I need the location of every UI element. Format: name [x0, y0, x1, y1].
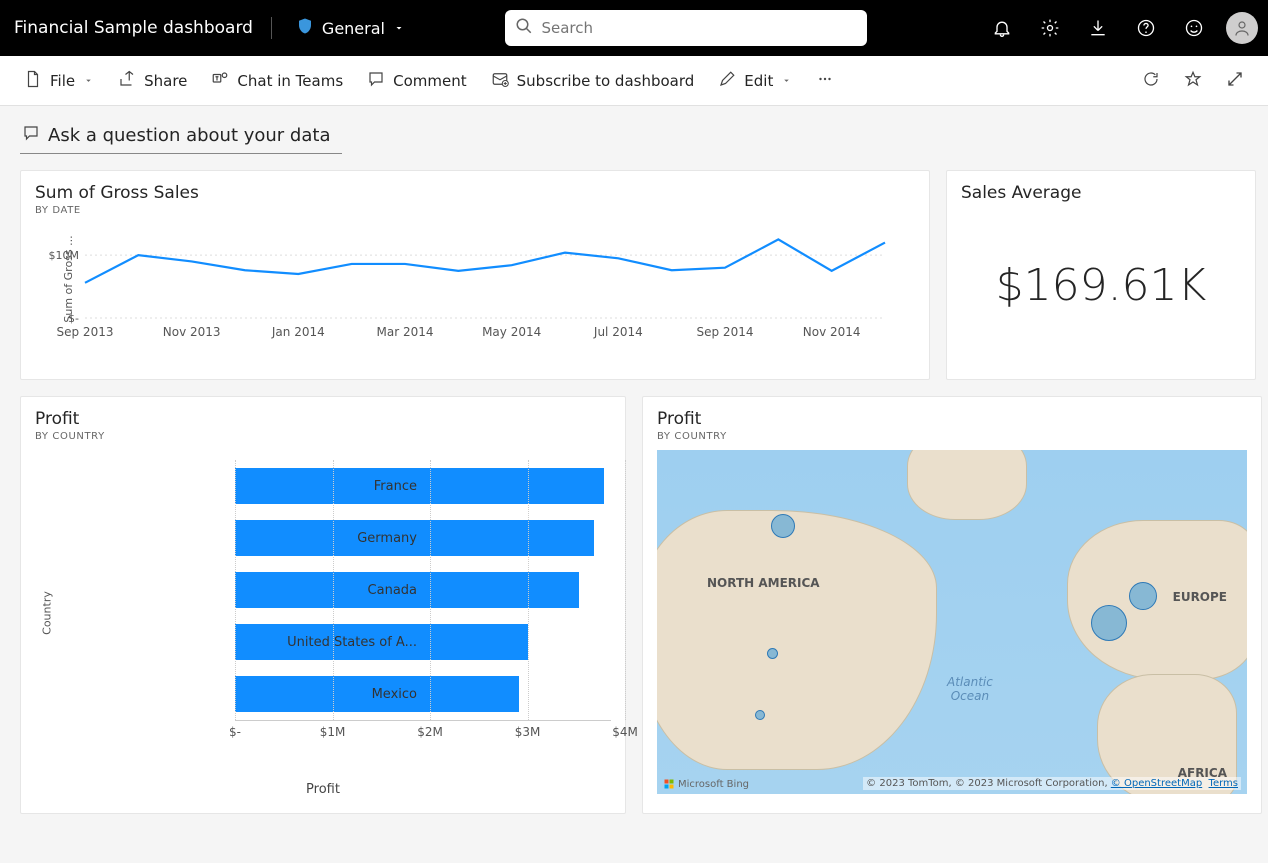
- map-provider-label: Microsoft Bing: [678, 779, 749, 790]
- edit-menu[interactable]: Edit: [708, 64, 802, 98]
- edit-icon: [718, 70, 736, 92]
- qna-box[interactable]: Ask a question about your data: [20, 122, 342, 154]
- comment-label: Comment: [393, 72, 467, 90]
- chat-teams-button[interactable]: Chat in Teams: [201, 64, 353, 98]
- tile-sales-average[interactable]: Sales Average $169.61K: [946, 170, 1256, 380]
- tile-title: Profit: [657, 409, 1247, 429]
- comment-button[interactable]: Comment: [357, 64, 477, 98]
- dashboard-name: Financial Sample dashboard: [10, 18, 253, 38]
- svg-text:Nov 2014: Nov 2014: [803, 325, 861, 339]
- svg-text:$10M: $10M: [49, 249, 80, 262]
- osm-link[interactable]: © OpenStreetMap: [1111, 778, 1202, 789]
- share-button[interactable]: Share: [108, 64, 197, 98]
- svg-text:Mar 2014: Mar 2014: [377, 325, 434, 339]
- dashboard-content: Ask a question about your data Sum of Gr…: [0, 106, 1268, 830]
- svg-text:Jan 2014: Jan 2014: [271, 325, 325, 339]
- header-actions: [962, 6, 1258, 50]
- title-area: Financial Sample dashboard General: [10, 13, 411, 43]
- map-label: NORTH AMERICA: [707, 576, 820, 590]
- landmass: [657, 510, 937, 770]
- star-icon: [1184, 70, 1202, 92]
- x-axis-label: Profit: [35, 782, 611, 797]
- map-bubble-germany[interactable]: [1129, 582, 1157, 610]
- search-icon: [515, 17, 533, 39]
- file-menu[interactable]: File: [14, 64, 104, 98]
- svg-text:May 2014: May 2014: [482, 325, 541, 339]
- subscribe-label: Subscribe to dashboard: [517, 72, 695, 90]
- map-label: EUROPE: [1173, 590, 1227, 604]
- file-icon: [24, 70, 42, 92]
- tile-subtitle: BY COUNTRY: [35, 431, 611, 442]
- search-wrap: [505, 10, 867, 46]
- map-bubble-france[interactable]: [1091, 605, 1127, 641]
- svg-text:Sep 2014: Sep 2014: [697, 325, 754, 339]
- line-chart: $10M $-Sep 2013 Nov 2013 Jan 2014 Mar 2014 Ma…: [35, 222, 915, 342]
- comment-icon: [22, 124, 40, 147]
- chat-label: Chat in Teams: [237, 72, 343, 90]
- qna-prompt: Ask a question about your data: [48, 125, 330, 146]
- sensitivity-chip[interactable]: General: [290, 13, 411, 43]
- svg-text:Nov 2013: Nov 2013: [163, 325, 221, 339]
- download-button[interactable]: [1076, 6, 1120, 50]
- map-bubble-usa[interactable]: [767, 648, 778, 659]
- refresh-button[interactable]: [1132, 64, 1170, 98]
- settings-button[interactable]: [1028, 6, 1072, 50]
- sensitivity-label: General: [322, 19, 385, 38]
- favorite-button[interactable]: [1174, 64, 1212, 98]
- search-box[interactable]: [505, 10, 867, 46]
- landmass: [907, 450, 1027, 520]
- map-visual[interactable]: NORTH AMERICA EUROPE AFRICA Atlantic Oce…: [657, 450, 1247, 794]
- chevron-down-icon: [83, 72, 94, 90]
- svg-text:$-: $-: [68, 312, 79, 325]
- svg-text:Sep 2013: Sep 2013: [57, 325, 114, 339]
- tile-title: Sum of Gross Sales: [35, 183, 915, 203]
- tile-subtitle: BY DATE: [35, 205, 915, 216]
- subscribe-button[interactable]: Subscribe to dashboard: [481, 64, 705, 98]
- map-provider: Microsoft Bing: [663, 778, 749, 790]
- bar-row: Germany: [235, 512, 611, 564]
- svg-text:Jul 2014: Jul 2014: [593, 325, 643, 339]
- fullscreen-button[interactable]: [1216, 64, 1254, 98]
- map-bubble-mexico[interactable]: [755, 710, 765, 720]
- bar-row: Canada: [235, 564, 611, 616]
- tile-profit-bar[interactable]: Profit BY COUNTRY Country FranceGermanyC…: [20, 396, 626, 814]
- more-options-button[interactable]: [806, 64, 844, 98]
- teams-icon: [211, 70, 229, 92]
- tile-title: Sales Average: [961, 183, 1241, 203]
- help-button[interactable]: [1124, 6, 1168, 50]
- edit-label: Edit: [744, 72, 773, 90]
- bar-chart: FranceGermanyCanadaUnited States of A...…: [35, 460, 611, 780]
- map-attribution: © 2023 TomTom, © 2023 Microsoft Corporat…: [863, 777, 1241, 790]
- fullscreen-icon: [1226, 70, 1244, 92]
- feedback-button[interactable]: [1172, 6, 1216, 50]
- ellipsis-icon: [816, 70, 834, 92]
- share-label: Share: [144, 72, 187, 90]
- sales-average-value: $169.61K: [961, 203, 1241, 367]
- tile-subtitle: BY COUNTRY: [657, 431, 1247, 442]
- search-input[interactable]: [541, 19, 857, 37]
- chevron-down-icon: [781, 72, 792, 90]
- refresh-icon: [1142, 70, 1160, 92]
- notifications-button[interactable]: [980, 6, 1024, 50]
- shield-icon: [296, 17, 314, 39]
- subscribe-icon: [491, 70, 509, 92]
- map-bubble-canada[interactable]: [771, 514, 795, 538]
- tile-profit-map[interactable]: Profit BY COUNTRY NORTH AMERICA EUROPE A…: [642, 396, 1262, 814]
- share-icon: [118, 70, 136, 92]
- tile-gross-sales-line[interactable]: Sum of Gross Sales BY DATE Sum of Gross …: [20, 170, 930, 380]
- global-header: Financial Sample dashboard General: [0, 0, 1268, 56]
- bar-row: United States of A...: [235, 616, 611, 668]
- tile-title: Profit: [35, 409, 611, 429]
- comment-icon: [367, 70, 385, 92]
- file-label: File: [50, 72, 75, 90]
- command-bar: File Share Chat in Teams Comment Subscri…: [0, 56, 1268, 106]
- bar-row: Mexico: [235, 668, 611, 720]
- terms-link[interactable]: Terms: [1209, 778, 1238, 789]
- divider: [271, 17, 272, 39]
- chevron-down-icon: [393, 19, 405, 38]
- bar-row: France: [235, 460, 611, 512]
- ocean-label: Atlantic Ocean: [947, 675, 993, 703]
- account-button[interactable]: [1226, 12, 1258, 44]
